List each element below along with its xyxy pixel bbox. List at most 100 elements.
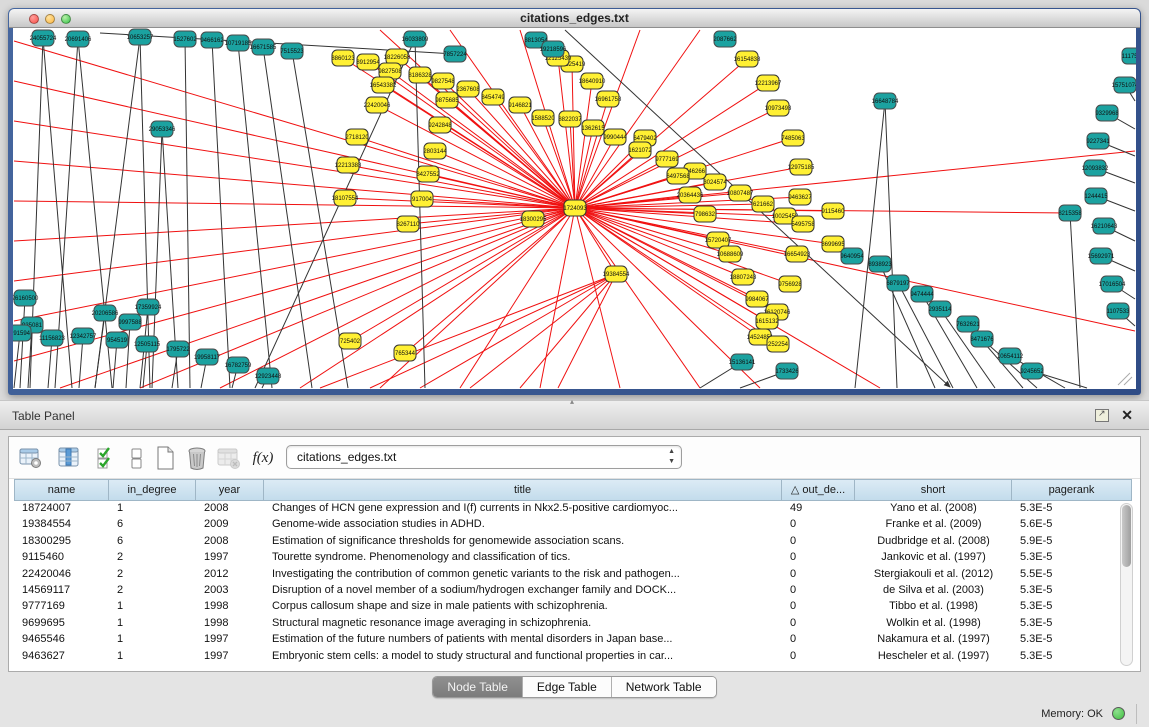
graph-node[interactable]: 16654923 (784, 246, 811, 262)
graph-node[interactable]: 1733426 (775, 363, 799, 379)
graph-node[interactable]: 8267110 (397, 216, 421, 232)
graph-node[interactable]: 3024574 (703, 174, 727, 190)
deselect-all-icon[interactable] (123, 444, 151, 472)
graph-node[interactable]: 1795722 (166, 341, 190, 357)
graph-node[interactable]: 17359924 (135, 299, 162, 315)
table-row[interactable]: 911546021997Tourette syndrome. Phenomeno… (14, 550, 1135, 566)
graph-node[interactable]: 9777169 (655, 151, 679, 167)
graph-node[interactable]: 9640954 (840, 248, 864, 264)
graph-node[interactable]: 9242848 (428, 117, 452, 133)
graph-node[interactable]: 252254 (767, 336, 789, 352)
table-row[interactable]: 969969511998Structural magnetic resonanc… (14, 616, 1135, 632)
table-row[interactable]: 977716911998Corpus callosum shape and si… (14, 599, 1135, 615)
graph-node[interactable]: 6879197 (886, 275, 910, 291)
graph-node[interactable]: 12923448 (255, 368, 282, 384)
graph-node[interactable]: 10654112 (997, 348, 1024, 364)
graph-node[interactable]: 8215358 (1058, 205, 1082, 221)
table-row[interactable]: 946554611997Estimation of the future num… (14, 632, 1135, 648)
close-icon[interactable] (29, 14, 39, 24)
graph-node[interactable]: 1588520 (531, 110, 555, 126)
graph-node[interactable]: 10688609 (717, 246, 744, 262)
graph-node[interactable]: 8938923 (868, 256, 892, 272)
graph-node[interactable]: 20206586 (92, 305, 119, 321)
graph-node[interactable]: 2935114 (929, 301, 953, 317)
graph-node[interactable]: 11156823 (39, 330, 65, 346)
graph-node[interactable]: 22420046 (364, 97, 391, 113)
graph-node[interactable]: 12213967 (755, 75, 782, 91)
graph-node[interactable]: 15692971 (1088, 248, 1115, 264)
table-row[interactable]: 1938455462009Genome-wide association stu… (14, 517, 1135, 533)
graph-node[interactable]: 9227341 (1086, 133, 1110, 149)
graph-node[interactable]: 1527602 (173, 31, 197, 47)
graph-node[interactable]: 6497568 (666, 168, 690, 184)
graph-node[interactable]: 8454749 (481, 89, 505, 105)
graph-node[interactable]: 17016504 (1099, 276, 1126, 292)
graph-node[interactable]: 8860123 (331, 50, 355, 66)
graph-node[interactable]: 16154838 (734, 51, 761, 67)
graph-node[interactable]: 26160500 (13, 290, 39, 306)
graph-node[interactable]: 16543382 (370, 77, 397, 93)
table-row[interactable]: 2242004622012Investigating the contribut… (14, 567, 1135, 583)
close-panel-icon[interactable]: ✕ (1121, 407, 1133, 424)
graph-node[interactable]: 10653257 (127, 29, 154, 45)
graph-node[interactable]: 12342757 (70, 328, 97, 344)
graph-node[interactable]: 7515523 (280, 43, 304, 59)
graph-node[interactable]: 9115460 (822, 203, 846, 219)
graph-node[interactable]: 621662 (752, 196, 774, 212)
column-header-pagerank[interactable]: pagerank (1012, 479, 1132, 501)
graph-node[interactable]: 1244415 (1084, 188, 1108, 204)
graph-node[interactable]: 10807487 (727, 185, 754, 201)
graph-node[interactable]: 15751074 (1112, 77, 1136, 93)
graph-node[interactable]: 12505115 (134, 336, 161, 352)
panel-resize-grip[interactable]: ▴ (570, 397, 574, 406)
graph-node[interactable]: 19218596 (540, 41, 567, 57)
scrollbar-thumb[interactable] (1122, 505, 1131, 567)
graph-node[interactable]: 9827548 (431, 73, 455, 89)
window-titlebar[interactable]: citations_edges.txt (9, 9, 1140, 28)
column-header-in_degree[interactable]: in_degree (109, 479, 196, 501)
column-header-year[interactable]: year (196, 479, 264, 501)
vertical-scrollbar[interactable] (1120, 503, 1133, 666)
graph-node[interactable]: 2803144 (423, 143, 447, 159)
graph-node[interactable]: 9466162 (200, 32, 224, 48)
graph-node[interactable]: 1362615 (581, 120, 605, 136)
table-row[interactable]: 1456911722003Disruption of a novel membe… (14, 583, 1135, 599)
graph-node[interactable]: 10973493 (765, 100, 792, 116)
memory-ok-icon[interactable] (1112, 707, 1125, 720)
graph-node[interactable]: 18300295 (520, 211, 547, 227)
select-all-icon[interactable] (93, 444, 121, 472)
column-header-name[interactable]: name (14, 479, 109, 501)
graph-node[interactable]: 917004 (411, 191, 433, 207)
graph-node[interactable]: 8186328 (408, 67, 432, 83)
network-canvas[interactable]: 1724093 8860123 8912954 18226058 9827508… (13, 28, 1136, 389)
tab-node-table[interactable]: Node Table (433, 677, 522, 697)
table-row[interactable]: 1830029562008Estimation of significance … (14, 534, 1135, 550)
table-row[interactable]: 1872400712008Changes of HCN gene express… (14, 501, 1135, 517)
graph-node[interactable]: 10719185 (225, 35, 252, 51)
graph-node[interactable]: 9474444 (910, 286, 934, 302)
column-header-out_de[interactable]: △ out_de... (782, 479, 855, 501)
tab-network-table[interactable]: Network Table (611, 677, 716, 697)
graph-node[interactable]: 9997588 (118, 314, 142, 330)
table-row[interactable]: 946362711997Embryonic stem cells: a mode… (14, 649, 1135, 665)
graph-node[interactable]: 1117534 (1122, 48, 1136, 64)
citation-network-graph[interactable]: 1724093 8860123 8912954 18226058 9827508… (13, 28, 1136, 389)
graph-node[interactable]: 725402 (339, 333, 361, 349)
graph-node[interactable]: 12213383 (335, 157, 362, 173)
graph-node[interactable]: 12093832 (1082, 160, 1109, 176)
graph-node[interactable]: 16210643 (1091, 218, 1118, 234)
table-mode-icon[interactable] (17, 444, 45, 472)
graph-node[interactable]: 9984067 (745, 291, 769, 307)
graph-node[interactable]: 2087662 (713, 31, 737, 47)
graph-node[interactable]: 16782759 (225, 357, 252, 373)
graph-node[interactable]: 18640910 (579, 73, 606, 89)
graph-node[interactable]: 2367608 (456, 81, 480, 97)
table-panel-header[interactable]: ▴ Table Panel ✕ (0, 400, 1149, 430)
graph-node[interactable]: 24055724 (30, 30, 57, 46)
column-header-short[interactable]: short (855, 479, 1012, 501)
graph-node[interactable]: 20691406 (65, 31, 92, 47)
graph-node[interactable]: 9875685 (435, 92, 459, 108)
graph-node[interactable]: 8912954 (356, 54, 380, 70)
graph-node[interactable]: 9245652 (1020, 363, 1044, 379)
zoom-icon[interactable] (61, 14, 71, 24)
